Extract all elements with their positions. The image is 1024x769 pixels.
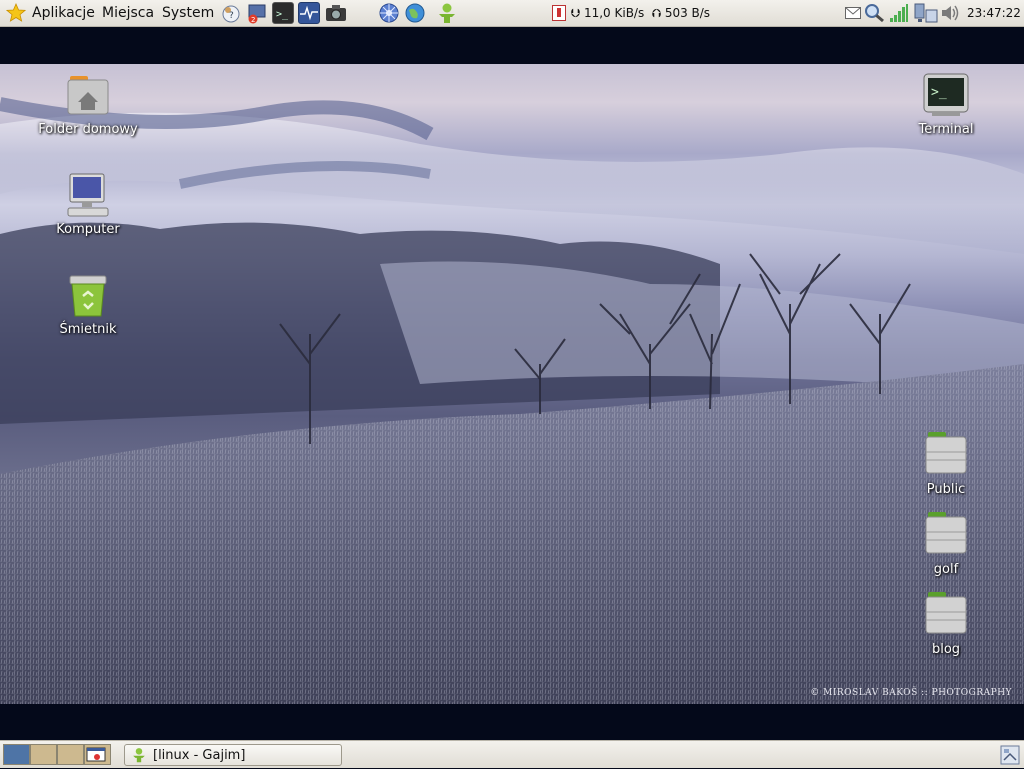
taskbar-window-gajim[interactable]: [linux - Gajim] [124, 744, 342, 766]
desktop-icon-label: Public [926, 482, 966, 497]
trash-icon [64, 272, 112, 320]
web-browser-icon[interactable] [404, 2, 426, 24]
top-panel: Aplikacje Miejsca System ? 2 >_ ⮋ 11,0 K… [0, 0, 1024, 27]
wallpaper-landscape [0, 97, 1024, 704]
workspace-3[interactable] [57, 744, 84, 765]
desktop-icon-label: blog [931, 642, 961, 657]
network-monitor-icon[interactable] [552, 5, 566, 25]
svg-text:>_: >_ [931, 85, 947, 100]
desktop-icon-blog[interactable]: blog [886, 592, 1006, 657]
menu-applications[interactable]: Aplikacje [32, 5, 95, 21]
folder-icon [922, 512, 970, 560]
upload-speed: 503 B/s [664, 6, 711, 20]
desktop-icon-label: Komputer [56, 222, 120, 237]
gajim-icon [131, 747, 147, 767]
help-icon[interactable]: ? [220, 2, 242, 24]
svg-text:2: 2 [251, 16, 255, 24]
search-icon[interactable] [864, 3, 886, 27]
workspace-2[interactable] [30, 744, 57, 765]
workspace-1[interactable] [3, 744, 30, 765]
upload-arrow-icon: ⮉ [651, 6, 661, 20]
network-globe-icon[interactable] [378, 2, 400, 24]
clock[interactable]: 23:47:22 [967, 6, 1021, 20]
terminal-icon: >_ [922, 72, 970, 120]
menu-places[interactable]: Miejsca [102, 5, 154, 21]
workspace-4[interactable] [84, 744, 111, 765]
desktop-icon-computer[interactable]: Komputer [28, 172, 148, 237]
network-devices-icon[interactable] [914, 3, 938, 27]
photo-credit: © MIROSLAV BAKOŠ :: PHOTOGRAPHY [810, 688, 1012, 698]
desktop-icon-label: Terminal [918, 122, 974, 137]
desktop-icon-label: Folder domowy [38, 122, 138, 137]
desktop-icon-terminal[interactable]: >_ Terminal [886, 72, 1006, 137]
gajim-icon[interactable] [436, 2, 458, 24]
desktop-wallpaper: © MIROSLAV BAKOŠ :: PHOTOGRAPHY [0, 64, 1024, 704]
terminal-icon[interactable]: >_ [272, 2, 294, 24]
desktop-icon-label: golf [933, 562, 959, 577]
show-desktop-icon[interactable] [1000, 745, 1020, 769]
mail-notify-icon[interactable] [845, 7, 861, 23]
menu-system[interactable]: System [162, 5, 214, 21]
system-monitor-icon[interactable] [298, 2, 320, 24]
download-speed: 11,0 KiB/s [583, 6, 645, 20]
mail-client-icon[interactable]: 2 [246, 2, 268, 24]
desktop-icon-label: Śmietnik [59, 322, 117, 337]
taskbar-window-title: [linux - Gajim] [153, 748, 246, 763]
home-folder-icon [64, 72, 112, 120]
folder-icon [922, 592, 970, 640]
desktop-icon-home-folder[interactable]: Folder domowy [28, 72, 148, 137]
star-menu-icon[interactable] [5, 2, 27, 27]
desktop-icon-trash[interactable]: Śmietnik [28, 272, 148, 337]
window-thumbnail-icon [86, 747, 106, 762]
desktop-icon-golf[interactable]: golf [886, 512, 1006, 577]
wireless-signal-icon[interactable] [889, 3, 909, 27]
svg-text:?: ? [229, 11, 234, 21]
computer-icon [64, 172, 112, 220]
folder-icon [922, 432, 970, 480]
volume-icon[interactable] [940, 3, 960, 27]
svg-text:>_: >_ [276, 9, 289, 20]
desktop-icon-public[interactable]: Public [886, 432, 1006, 497]
screenshot-camera-icon[interactable] [324, 2, 346, 24]
network-speed: ⮋ 11,0 KiB/s ⮉ 503 B/s [571, 6, 710, 21]
bottom-panel: [linux - Gajim] [0, 740, 1024, 768]
download-arrow-icon: ⮋ [571, 6, 581, 20]
